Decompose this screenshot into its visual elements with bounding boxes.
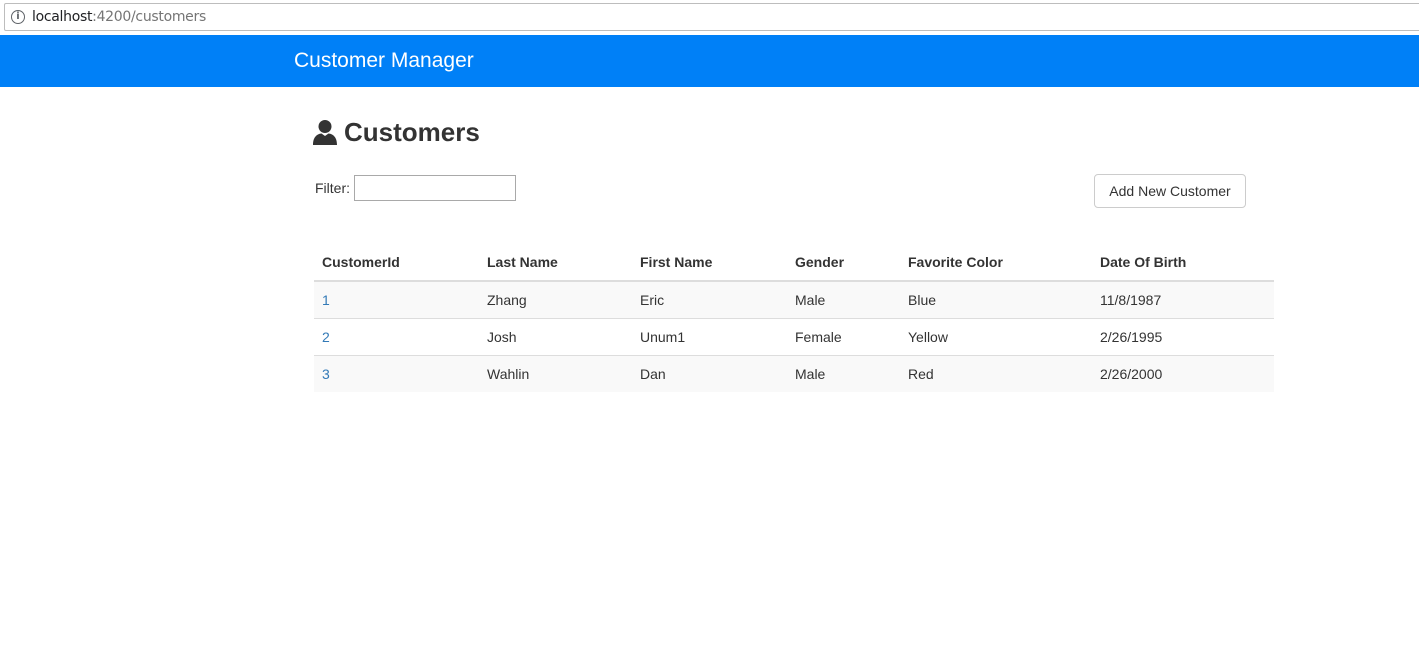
cell-date-of-birth: 2/26/1995 [1092, 317, 1274, 355]
brand-link[interactable]: Customer Manager [294, 48, 474, 74]
cell-date-of-birth: 11/8/1987 [1100, 291, 1162, 308]
table-row: 3 Wahlin Dan Male Red 2/26/2000 [314, 354, 1274, 392]
cell-customer-id: 2 [314, 317, 479, 355]
url-field[interactable]: i localhost:4200/customers [4, 3, 1419, 31]
cell-gender: Male [787, 354, 900, 392]
cell-first-name: Unum1 [632, 317, 787, 355]
cell-customer-id: 1 [314, 281, 479, 318]
cell-gender: Male [795, 291, 826, 308]
cell-last-name: Josh [479, 317, 632, 355]
cell-first-name: Eric [640, 291, 665, 308]
customer-id-link[interactable]: 3 [322, 366, 330, 382]
user-icon [313, 120, 337, 145]
table-row: 2 Josh Unum1 Female Yellow 2/26/1995 [314, 317, 1274, 355]
url-host: localhost [32, 9, 93, 25]
filter-label: Filter: [315, 180, 350, 196]
header-gender[interactable]: Gender [787, 244, 900, 282]
header-favorite-color[interactable]: Favorite Color [900, 244, 1092, 282]
cell-favorite-color: Yellow [900, 317, 1092, 355]
info-icon[interactable]: i [11, 10, 25, 24]
page-title: Customers [344, 117, 480, 147]
add-new-customer-button[interactable]: Add New Customer [1094, 174, 1246, 208]
page-heading: Customers [313, 115, 480, 149]
header-date-of-birth[interactable]: Date Of Birth [1092, 244, 1274, 282]
customer-id-link[interactable]: 2 [322, 329, 330, 345]
header-first-name[interactable]: First Name [632, 244, 787, 282]
url-path: :4200/customers [92, 9, 206, 25]
customers-table: CustomerId Last Name First Name Gender F… [314, 244, 1274, 392]
table-row: 1 Zhang Eric Male Blue 11/8/1987 [314, 281, 1274, 318]
header-customer-id[interactable]: CustomerId [314, 244, 479, 282]
cell-date-of-birth: 2/26/2000 [1092, 354, 1274, 392]
header-last-name[interactable]: Last Name [479, 244, 632, 282]
filter-group: Filter: [315, 175, 516, 201]
cell-favorite-color: Red [900, 354, 1092, 392]
filter-input[interactable] [354, 175, 516, 201]
cell-last-name: Wahlin [479, 354, 632, 392]
cell-last-name: Zhang [487, 291, 527, 308]
url-text: localhost:4200/customers [32, 9, 206, 25]
customer-id-link[interactable]: 1 [322, 292, 330, 308]
cell-favorite-color: Blue [908, 291, 937, 308]
cell-gender: Female [787, 317, 900, 355]
navbar: Customer Manager [0, 35, 1419, 87]
table-header-row: CustomerId Last Name First Name Gender F… [314, 244, 1274, 282]
cell-first-name: Dan [632, 354, 787, 392]
cell-customer-id: 3 [314, 354, 479, 392]
browser-address-bar: i localhost:4200/customers [0, 0, 1419, 35]
